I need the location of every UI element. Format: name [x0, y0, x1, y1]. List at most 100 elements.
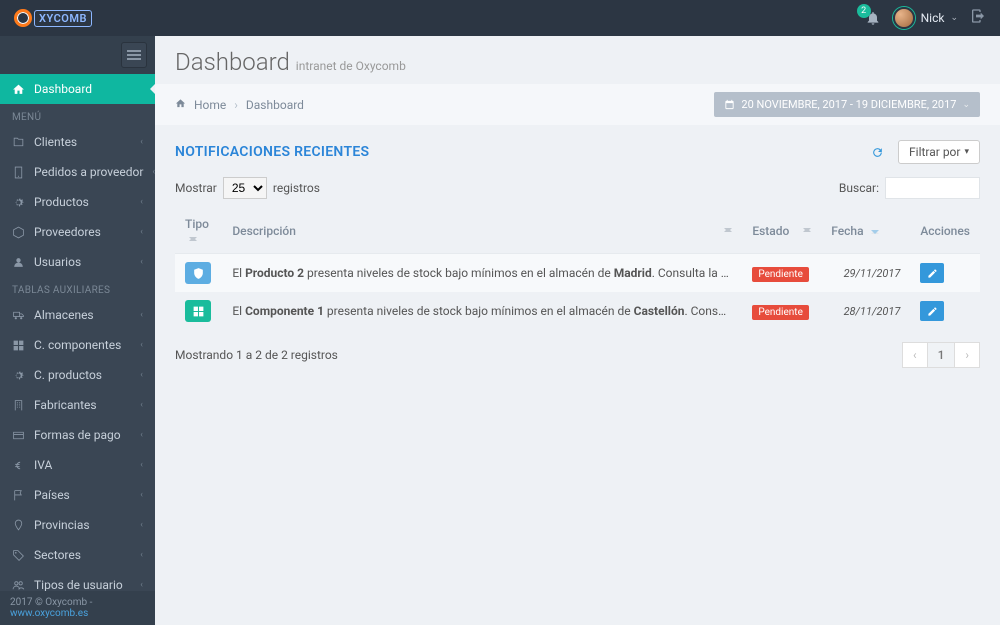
- chevron-down-icon: ⌄: [962, 100, 970, 110]
- daterange-picker[interactable]: 20 NOVIEMBRE, 2017 - 19 DICIEMBRE, 2017 …: [714, 92, 980, 117]
- calendar-icon: [724, 99, 735, 110]
- sidebar-section-aux: TABLAS AUXILIARES: [0, 277, 155, 300]
- logout-icon: [970, 8, 986, 24]
- sidebar-item-label: Productos: [34, 195, 89, 209]
- sidebar-item-label: Proveedores: [34, 225, 101, 239]
- refresh-button[interactable]: [864, 139, 890, 165]
- sidebar-item-label: Fabricantes: [34, 398, 97, 412]
- edit-button[interactable]: [920, 301, 944, 321]
- sidebar-item-pedidos-a-proveedor[interactable]: Pedidos a proveedor ‹: [0, 157, 155, 187]
- sidebar-item-label: Provincias: [34, 518, 90, 532]
- sidebar-item-tipos-de-usuario[interactable]: Tipos de usuario‹: [0, 570, 155, 591]
- sidebar-item-pa-ses[interactable]: Países ‹: [0, 480, 155, 510]
- breadcrumb-current: Dashboard: [246, 98, 304, 112]
- shield-icon: [192, 267, 205, 280]
- pencil-icon: [927, 306, 938, 317]
- sidebar-item-label: C. componentes: [34, 338, 121, 352]
- col-estado[interactable]: Estado: [742, 209, 821, 254]
- truck-icon: [12, 309, 25, 322]
- sidebar-item-c-productos[interactable]: C. productos‹: [0, 360, 155, 390]
- page-prev[interactable]: ‹: [902, 342, 928, 368]
- filter-button[interactable]: Filtrar por ▾: [898, 140, 980, 164]
- status-badge: Pendiente: [752, 267, 809, 282]
- home-icon: [175, 98, 186, 112]
- description-cell: El Producto 2 presenta niveles de stock …: [222, 254, 742, 293]
- search-row: Buscar:: [839, 177, 980, 199]
- sidebar-item-sectores[interactable]: Sectores‹: [0, 540, 155, 570]
- cube-icon: [12, 226, 25, 239]
- sidebar-item-productos[interactable]: Productos ‹: [0, 187, 155, 217]
- content: NOTIFICACIONES RECIENTES Filtrar por ▾ M…: [155, 125, 1000, 382]
- records-label: registros: [273, 181, 320, 195]
- page-next[interactable]: ›: [954, 342, 980, 368]
- filter-label: Filtrar por: [909, 145, 960, 159]
- sidebar-item-proveedores[interactable]: Proveedores‹: [0, 217, 155, 247]
- sidebar-item-fabricantes[interactable]: Fabricantes‹: [0, 390, 155, 420]
- sidebar-item-provincias[interactable]: Provincias‹: [0, 510, 155, 540]
- sidebar-item-label: Países: [34, 488, 70, 502]
- pagination: ‹ 1 ›: [903, 342, 980, 368]
- chevron-left-icon: ‹: [140, 197, 143, 207]
- card-icon: [12, 429, 25, 442]
- sidebar-item-iva[interactable]: IVA‹: [0, 450, 155, 480]
- table-footer: Mostrando 1 a 2 de 2 registros ‹ 1 ›: [175, 342, 980, 368]
- chevron-left-icon: ‹: [152, 167, 155, 177]
- avatar: [893, 7, 915, 29]
- edit-button[interactable]: [920, 263, 944, 283]
- sidebar-item-label: IVA: [34, 458, 52, 472]
- sort-icon: [724, 224, 732, 236]
- sidebar-section-menu: MENÚ: [0, 104, 155, 127]
- refresh-icon: [871, 146, 884, 159]
- page-current[interactable]: 1: [927, 342, 956, 368]
- table-info: Mostrando 1 a 2 de 2 registros: [175, 348, 338, 362]
- date-cell: 29/11/2017: [821, 254, 910, 293]
- user-name: Nick: [921, 11, 945, 25]
- footer-link[interactable]: www.oxycomb.es: [10, 608, 88, 619]
- users-icon: [12, 579, 25, 592]
- logout-button[interactable]: [970, 8, 986, 28]
- building-icon: [12, 399, 25, 412]
- chevron-left-icon: ‹: [140, 490, 143, 500]
- sidebar-toggle[interactable]: [121, 42, 147, 68]
- sidebar-item-formas-de-pago[interactable]: Formas de pago‹: [0, 420, 155, 450]
- panel-title: NOTIFICACIONES RECIENTES: [175, 144, 369, 160]
- gear-icon: [12, 196, 25, 209]
- sidebar-item-almacenes[interactable]: Almacenes‹: [0, 300, 155, 330]
- page-size-select[interactable]: 25: [223, 177, 267, 199]
- col-descripcion[interactable]: Descripción: [222, 209, 742, 254]
- type-badge: [185, 262, 211, 284]
- user-menu[interactable]: Nick ⌄: [893, 7, 958, 29]
- chevron-left-icon: ‹: [140, 257, 143, 267]
- sidebar-item-c-componentes[interactable]: C. componentes‹: [0, 330, 155, 360]
- daterange-label: 20 NOVIEMBRE, 2017 - 19 DICIEMBRE, 2017: [741, 98, 956, 111]
- grid-icon: [12, 339, 25, 352]
- pin-icon: [12, 519, 25, 532]
- sidebar-item-label: Tipos de usuario: [34, 578, 123, 591]
- page-subtitle: intranet de Oxycomb: [296, 59, 406, 73]
- sidebar-item-label: Clientes: [34, 135, 77, 149]
- sidebar-footer: 2017 © Oxycomb - www.oxycomb.es: [0, 591, 155, 625]
- search-input[interactable]: [885, 177, 980, 199]
- page-header: Dashboard intranet de Oxycomb: [155, 36, 1000, 84]
- page-title: Dashboard: [175, 48, 290, 76]
- gear-icon: [12, 369, 25, 382]
- breadcrumb-home[interactable]: Home: [194, 98, 226, 112]
- sidebar-item-clientes[interactable]: Clientes‹: [0, 127, 155, 157]
- sidebar-item-usuarios[interactable]: Usuarios ‹: [0, 247, 155, 277]
- date-cell: 28/11/2017: [821, 292, 910, 330]
- col-tipo[interactable]: Tipo: [175, 209, 222, 254]
- flag-icon: [12, 489, 25, 502]
- sidebar-item-label: Pedidos a proveedor: [34, 165, 143, 179]
- logo[interactable]: XYCOMB: [14, 9, 92, 27]
- notifications-button[interactable]: 2: [865, 10, 881, 26]
- sidebar-item-label: Usuarios: [34, 255, 81, 269]
- user-icon: [12, 256, 25, 269]
- sidebar-item-dashboard[interactable]: Dashboard: [0, 74, 155, 104]
- sidebar-item-label: C. productos: [34, 368, 102, 382]
- show-label: Mostrar: [175, 181, 217, 195]
- sidebar-item-label: Almacenes: [34, 308, 94, 322]
- notifications-badge: 2: [857, 4, 871, 18]
- sidebar-toggle-row: [0, 36, 155, 74]
- sort-icon: [189, 233, 197, 245]
- col-fecha[interactable]: Fecha: [821, 209, 910, 254]
